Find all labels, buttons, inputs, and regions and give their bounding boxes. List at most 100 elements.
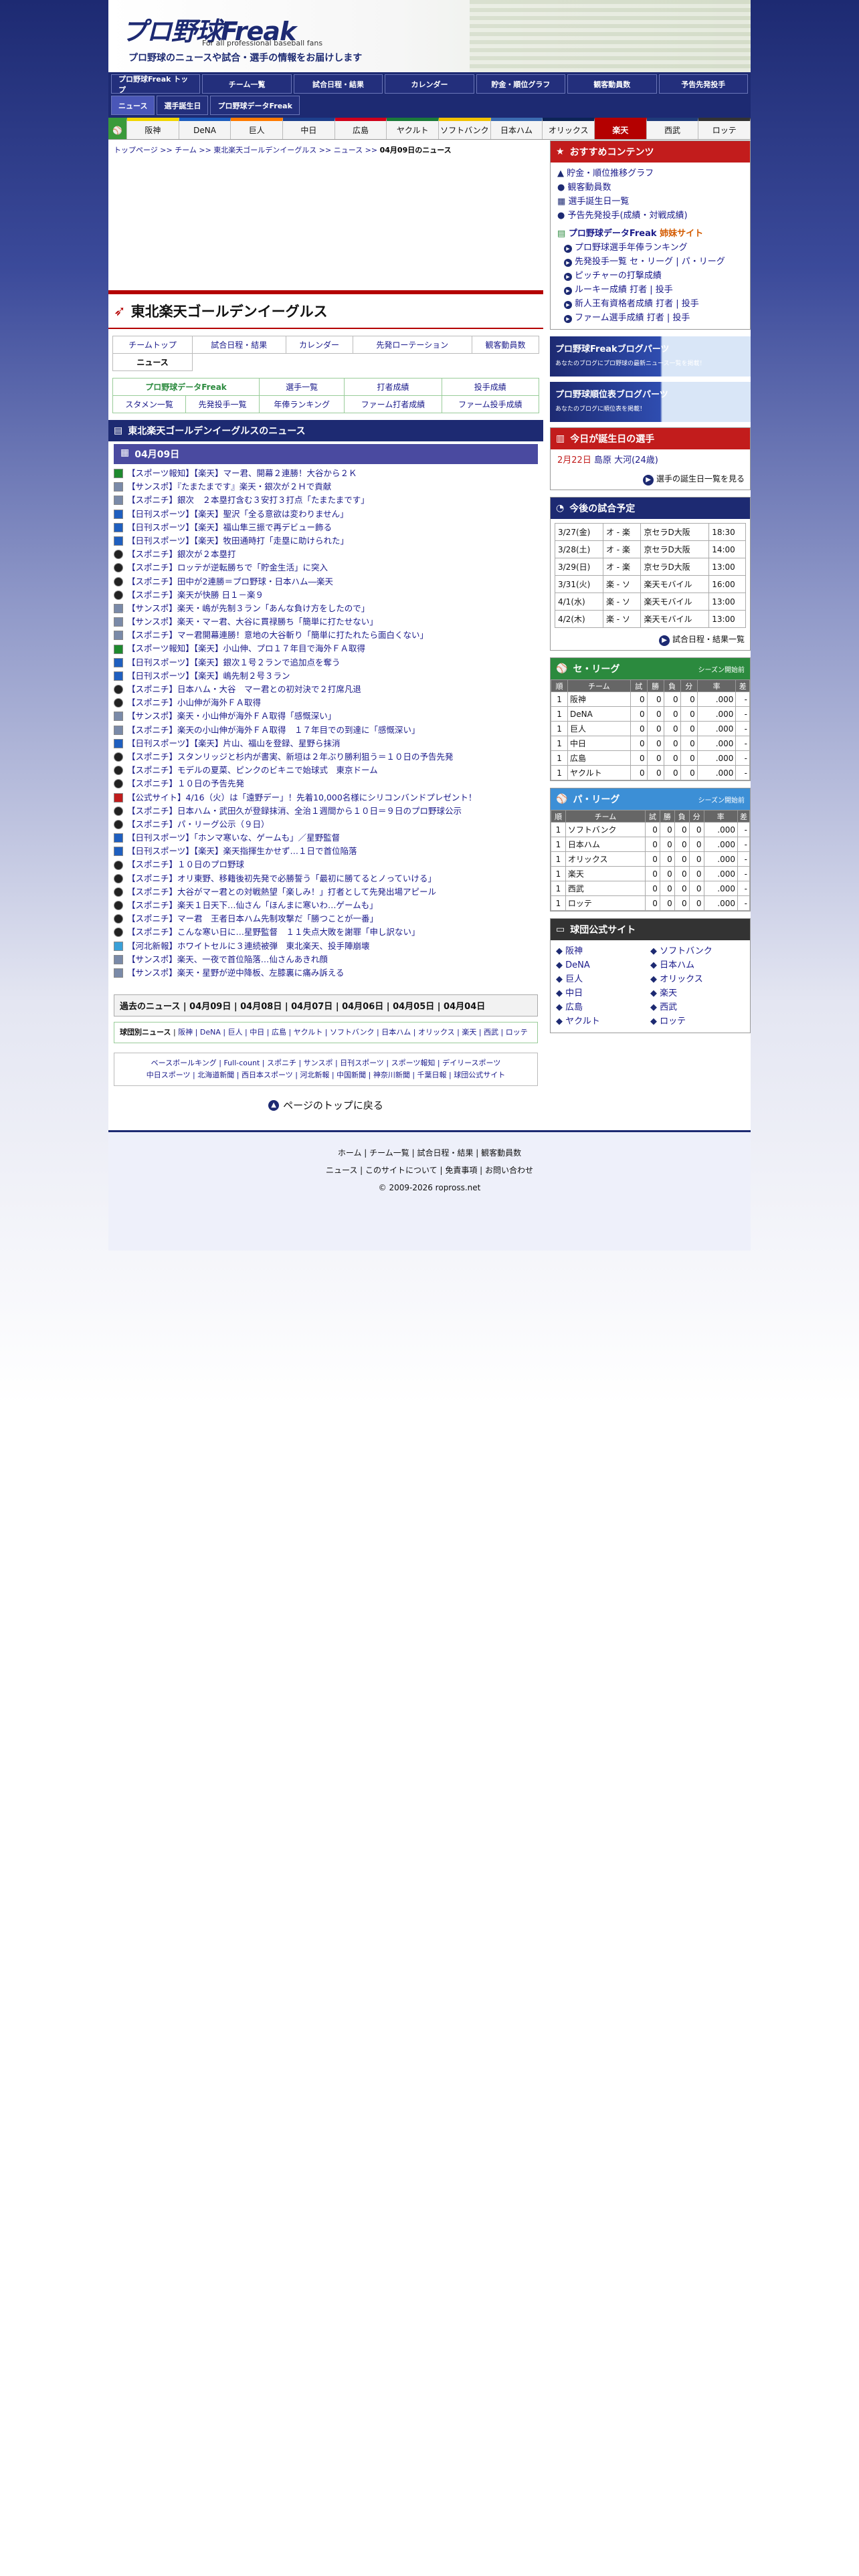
games-more[interactable]: ▶ 試合日程・結果一覧 [551,632,750,650]
team-tab[interactable]: 広島 [335,118,387,139]
media-links-line1[interactable]: ベースボールキング | Full-count | スポニチ | サンスポ | 日… [151,1059,501,1067]
list-item[interactable]: 【サンスポ】楽天・小山伸が海外ＦＡ取得「感慨深い」 [114,710,538,723]
team-tab-link[interactable]: 打者成績 [344,378,442,396]
list-item[interactable]: 【日刊スポーツ】【楽天】片山、福山を登録、星野ら抹消 [114,737,538,750]
team-tab-link[interactable]: 先発ローテーション [352,336,472,354]
recommend-link[interactable]: 観客動員数 [567,183,611,193]
list-item[interactable]: 【スポニチ】オリ東野、移籍後初先発で必勝誓う「最初に勝てるとノっていける」 [114,872,538,885]
official-team[interactable]: 広島 [565,1002,583,1012]
team-tab[interactable]: ロッテ [698,118,751,139]
official-site-link[interactable]: ◆ 日本ハム [650,958,745,972]
team-news-items[interactable]: 阪神 | DeNA | 巨人 | 中日 | 広島 | ヤクルト | ソフトバンク… [178,1028,528,1037]
table-row[interactable]: 1 DeNA 0 0 0 0.000- [550,706,750,722]
team-tab[interactable]: DeNA [179,118,231,139]
official-team[interactable]: 日本ハム [660,960,694,970]
list-item[interactable]: 【スポニチ】１０日の予告先発 [114,777,538,790]
team-tab-link[interactable]: カレンダー [285,336,353,354]
team-tab-link[interactable]: 選手一覧 [258,378,345,396]
official-team[interactable]: 巨人 [565,974,583,984]
standings-banner[interactable]: プロ野球順位表ブログパーツ あなたのブログに順位表を掲載！ [550,382,751,422]
news-link[interactable]: 【スポニチ】ロッテが逆転勝ちで「貯金生活」に突入 [127,561,328,574]
list-item[interactable]: 【スポーツ報知】【楽天】マー君、開幕２連勝！大谷から２Ｋ [114,467,538,480]
news-link[interactable]: 【サンスポ】楽天、一夜で首位陥落…仙さんあきれ顔 [127,953,328,966]
recommend-item[interactable]: ▦ 選手誕生日一覧 [557,195,743,209]
game-row[interactable]: 3/27(金) オ - 楽京セラD大阪 18:30 [555,523,746,541]
news-link[interactable]: 【スポニチ】パ・リーグ公示（９日） [127,818,270,831]
official-site-link[interactable]: ◆ DeNA [556,958,650,972]
list-item[interactable]: 【スポニチ】日本ハム・武田久が登録抹消、全治１週間から１０日＝９日のプロ野球公示 [114,804,538,818]
footer-links-1[interactable]: ホーム | チーム一覧 | 試合日程・結果 | 観客動員数 [108,1144,751,1162]
list-item[interactable]: 【日刊スポーツ】【楽天】聖沢「全る意欲は変わりません」 [114,508,538,521]
list-item[interactable]: 【スポニチ】スタンリッジと杉内が書実、新垣は２年ぶり勝利狙う＝１０日の予告先発 [114,750,538,764]
team-tab-link[interactable]: プロ野球データFreak [112,378,260,396]
official-site-link[interactable]: ◆ ヤクルト [556,1014,650,1029]
team-name[interactable]: DeNA [567,706,631,722]
table-row[interactable]: 1 日本ハム 0 0 0 0.000- [551,837,751,852]
official-team[interactable]: ソフトバンク [660,946,712,956]
recommend-link[interactable]: 貯金・順位推移グラフ [567,169,654,179]
sister-item[interactable]: ▶ ルーキー成績 打者 | 投手 [564,283,743,297]
nav-item[interactable]: ニュース [111,96,155,115]
table-row[interactable]: 1 中日 0 0 0 0.000- [550,736,750,751]
official-team[interactable]: 阪神 [565,946,583,956]
news-link[interactable]: 【スポーツ報知】【楽天】小山伸、プロ１７年目で海外ＦＡ取得 [127,642,365,655]
sister-item[interactable]: ▶ 新人王有資格者成績 打者 | 投手 [564,297,743,311]
official-site-link[interactable]: ◆ 阪神 [556,944,650,958]
list-item[interactable]: 【スポーツ報知】【楽天】小山伸、プロ１７年目で海外ＦＡ取得 [114,642,538,655]
list-item[interactable]: 【河北新報】ホワイトセルに３連続被弾 東北楽天、投手陣崩壊 [114,940,538,953]
official-site-link[interactable]: ◆ 楽天 [650,986,745,1000]
news-link[interactable]: 【日刊スポーツ】【楽天】聖沢「全る意欲は変わりません」 [127,508,349,521]
official-site-link[interactable]: ◆ 巨人 [556,972,650,986]
news-link[interactable]: 【スポニチ】田中が2連勝＝プロ野球・日本ハム―楽天 [127,575,333,588]
game-row[interactable]: 3/31(火) 楽 - ソ楽天モバイル 16:00 [555,575,746,593]
list-item[interactable]: 【サンスポ】楽天・嶋が先制３ラン「あんな負け方をしたので」 [114,602,538,615]
sister-link[interactable]: 先発投手一覧 セ・リーグ | パ・リーグ [575,257,725,267]
news-link[interactable]: 【サンスポ】楽天・小山伸が海外ＦＡ取得「感慨深い」 [127,710,336,723]
list-item[interactable]: 【スポニチ】銀次 ２本塁打含む３安打３打点「たまたまです」 [114,494,538,507]
team-tab-link[interactable]: 試合日程・結果 [192,336,286,354]
game-row[interactable]: 3/29(日) オ - 楽京セラD大阪 13:00 [555,558,746,576]
list-item[interactable]: 【スポニチ】日本ハム・大谷 マー君との初対決で２打席凡退 [114,683,538,696]
team-name[interactable]: 広島 [567,750,631,766]
sister-link[interactable]: ピッチャーの打撃成績 [575,271,662,281]
team-tab[interactable]: 巨人 [231,118,284,139]
team-tab[interactable]: 日本ハム [490,118,543,139]
list-item[interactable]: 【スポニチ】楽天の小山伸が海外ＦＡ取得 １７年目での到達に「感慨深い」 [114,724,538,737]
footer-links-2[interactable]: ニュース | このサイトについて | 免責事項 | お問い合わせ [108,1162,751,1179]
list-item[interactable]: 【スポニチ】小山伸が海外ＦＡ取得 [114,696,538,710]
news-link[interactable]: 【スポニチ】日本ハム・大谷 マー君との初対決で２打席凡退 [127,683,361,696]
official-team[interactable]: 中日 [565,988,583,998]
birthday-player[interactable]: 島原 大河(24歳) [594,455,658,465]
news-link[interactable]: 【スポニチ】１０日のプロ野球 [127,858,244,871]
table-row[interactable]: 1 巨人 0 0 0 0.000- [550,721,750,736]
list-item[interactable]: 【日刊スポーツ】【楽天】牧田通時打「走塁に助けられた」 [114,534,538,548]
sister-link[interactable]: プロ野球選手年俸ランキング [575,243,688,253]
team-name[interactable]: ソフトバンク [565,822,646,837]
team-tab[interactable]: 阪神 [127,118,179,139]
news-link[interactable]: 【日刊スポーツ】「ホンマ寒いな、ゲームも」／星野監督 [127,831,340,845]
news-link[interactable]: 【スポーツ報知】【楽天】マー君、開幕２連勝！大谷から２Ｋ [127,467,357,480]
past-news-links[interactable]: 過去のニュース | 04月09日 | 04月08日 | 04月07日 | 04月… [114,994,538,1017]
news-link[interactable]: 【公式サイト】4/16（火）は「遠野デー」！先着10,000名様にシリコンバンド… [127,791,476,804]
news-link[interactable]: 【スポニチ】小山伸が海外ＦＡ取得 [127,696,261,710]
news-link[interactable]: 【スポニチ】マー君 王者日本ハム先制攻撃だ「勝つことが一番」 [127,912,378,926]
list-item[interactable]: 【スポニチ】こんな寒い日に…星野監督 １１失点大敗を謝罪「申し訳ない」 [114,926,538,939]
game-row[interactable]: 4/2(木) 楽 - ソ楽天モバイル 13:00 [555,610,746,628]
news-link[interactable]: 【スポニチ】日本ハム・武田久が登録抹消、全治１週間から１０日＝９日のプロ野球公示 [127,804,462,818]
news-link[interactable]: 【スポニチ】オリ東野、移籍後初先発で必勝誓う「最初に勝てるとノっていける」 [127,872,436,885]
table-row[interactable]: 1 ロッテ 0 0 0 0.000- [551,895,751,911]
sister-link[interactable]: ファーム選手成績 打者 | 投手 [575,313,690,323]
sister-item[interactable]: ▶ ピッチャーの打撃成績 [564,269,743,283]
official-site-link[interactable]: ◆ 広島 [556,1000,650,1014]
list-item[interactable]: 【サンスポ】『たまたまです』楽天・銀次が２Ｈで貢献 [114,480,538,494]
birthday-more[interactable]: ▶ 選手の誕生日一覧を見る [551,471,750,490]
nav-item[interactable]: 貯金・順位グラフ [476,74,566,94]
official-site-link[interactable]: ◆ ロッテ [650,1014,745,1029]
team-tab-link[interactable]: 観客動員数 [471,336,540,354]
list-item[interactable]: 【日刊スポーツ】【楽天】嶋先制２号３ラン [114,669,538,683]
official-site-link[interactable]: ◆ ソフトバンク [650,944,745,958]
news-link[interactable]: 【スポニチ】大谷がマー君との対戦熱望「楽しみ！」打者として先発出場アピール [127,885,436,899]
nav-item[interactable]: 観客動員数 [567,74,657,94]
news-link[interactable]: 【日刊スポーツ】【楽天】嶋先制２号３ラン [127,669,290,683]
recommend-item[interactable]: ● 観客動員数 [557,181,743,195]
